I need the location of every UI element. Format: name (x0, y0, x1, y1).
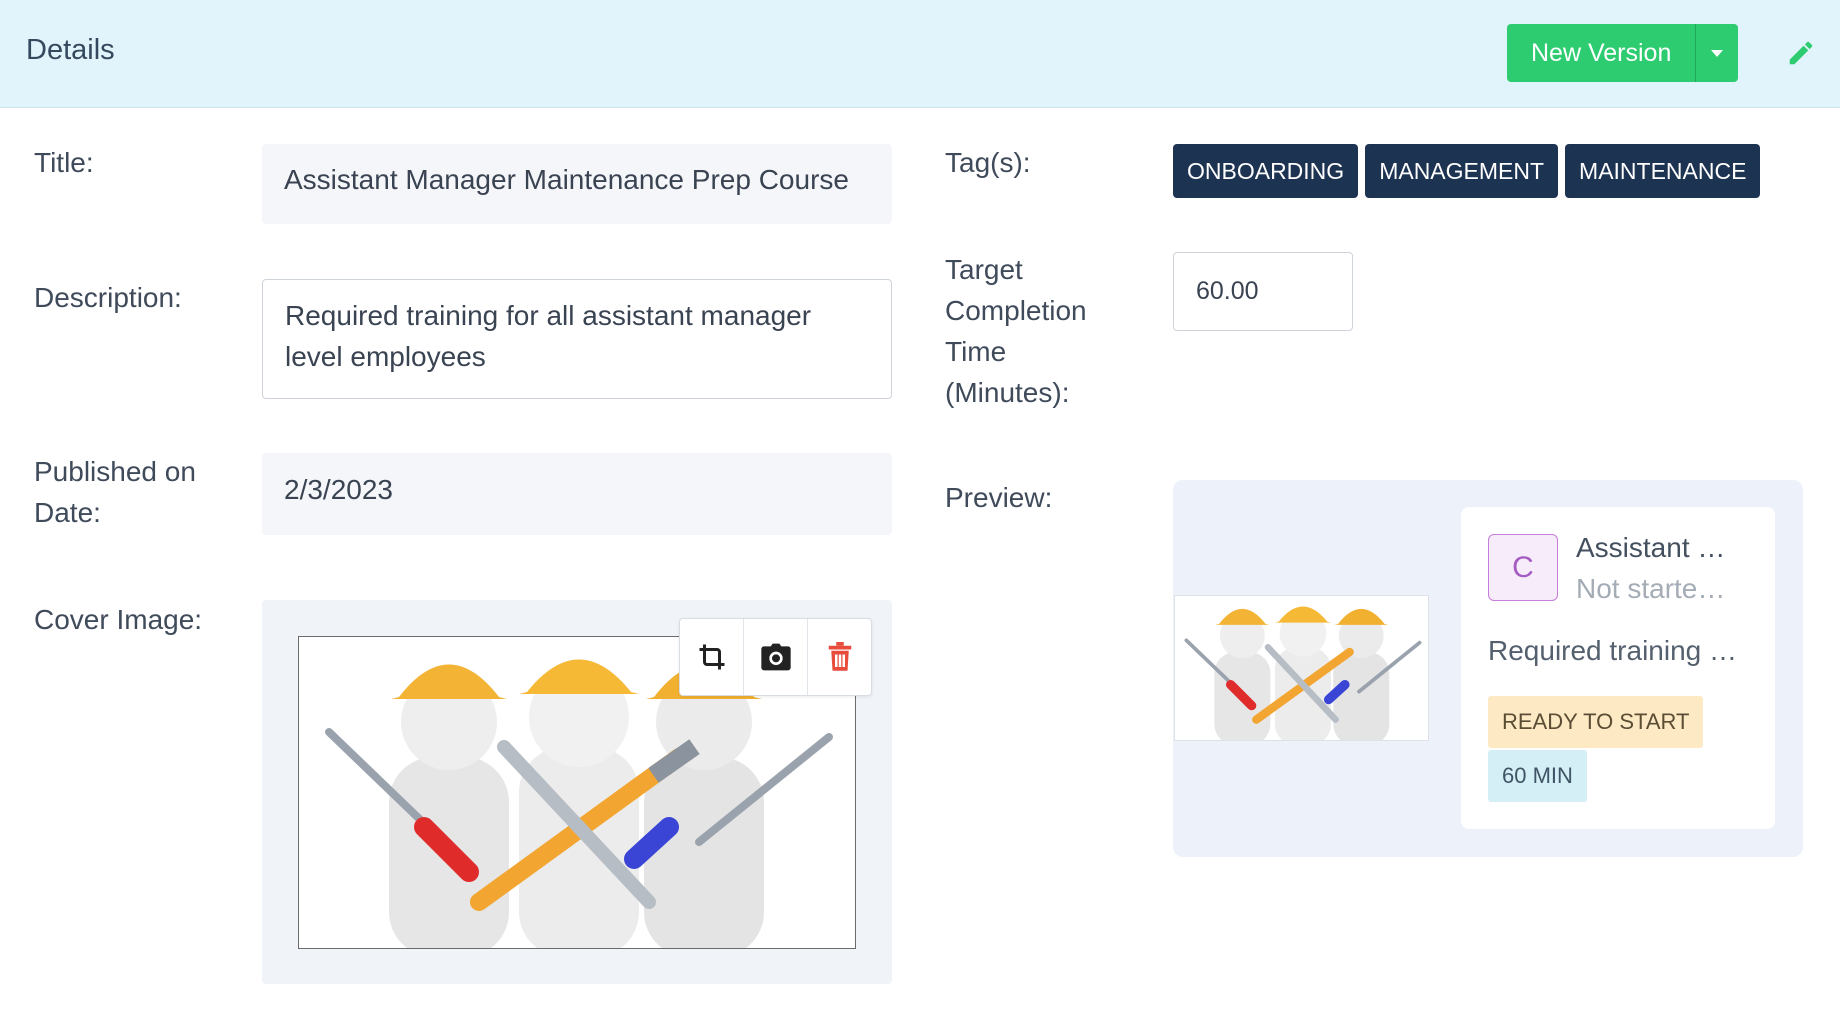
published-label-line-1: Published on (34, 456, 196, 487)
crop-icon (699, 644, 724, 670)
tag-maintenance[interactable]: MAINTENANCE (1565, 144, 1761, 198)
published-date-value: 2/3/2023 (284, 474, 393, 505)
tag-onboarding[interactable]: ONBOARDING (1173, 144, 1359, 198)
tag-list: ONBOARDING MANAGEMENT MAINTENANCE (1173, 144, 1761, 198)
title-label: Title: (34, 147, 94, 178)
tag-management[interactable]: MANAGEMENT (1365, 144, 1559, 198)
target-label-line-1: Target (945, 254, 1023, 285)
caret-down-icon (1711, 49, 1724, 57)
description-field[interactable]: Required training for all assistant mana… (262, 279, 892, 399)
pencil-icon[interactable] (1786, 38, 1816, 68)
target-label-line-2: Completion (945, 295, 1087, 326)
new-version-button-group: New Version (1507, 24, 1739, 82)
published-label: Published on Date: (34, 451, 196, 533)
target-label-line-4: (Minutes): (945, 377, 1070, 408)
page-title: Details (26, 34, 115, 66)
delete-image-button[interactable] (808, 619, 871, 695)
cover-image-toolbar (679, 618, 872, 696)
target-completion-input[interactable]: 60.00 (1173, 252, 1353, 331)
new-version-dropdown-toggle[interactable] (1695, 24, 1739, 82)
duration-badge: 60 MIN (1488, 750, 1587, 802)
preview-label: Preview: (945, 482, 1053, 513)
published-date-field[interactable]: 2/3/2023 (262, 453, 892, 535)
description-label: Description: (34, 282, 182, 313)
title-field[interactable]: Assistant Manager Maintenance Prep Cours… (262, 144, 892, 224)
preview-card-description: Required training … (1488, 635, 1738, 666)
cover-image-container (262, 600, 892, 984)
preview-container: C Assistant … Not starte… Required train… (1173, 480, 1803, 857)
preview-workers-illustration (1184, 606, 1422, 740)
preview-thumbnail (1174, 595, 1429, 741)
title-value: Assistant Manager Maintenance Prep Cours… (284, 164, 849, 195)
preview-card-status: Not starte… (1576, 573, 1726, 604)
new-version-button[interactable]: New Version (1507, 24, 1696, 82)
preview-course-card[interactable]: C Assistant … Not starte… Required train… (1461, 507, 1775, 829)
published-label-line-2: Date: (34, 497, 101, 528)
target-completion-value: 60.00 (1196, 277, 1259, 305)
target-label-line-3: Time (945, 336, 1007, 367)
camera-icon (760, 643, 791, 671)
crop-button[interactable] (680, 619, 744, 695)
cover-image-label: Cover Image: (34, 604, 203, 635)
trash-icon (828, 642, 851, 671)
description-value: Required training for all assistant mana… (285, 300, 812, 372)
target-completion-label: Target Completion Time (Minutes): (945, 249, 1087, 413)
tags-label: Tag(s): (945, 147, 1031, 178)
course-avatar: C (1488, 534, 1558, 601)
camera-button[interactable] (744, 619, 808, 695)
details-header: Details New Version (0, 0, 1840, 108)
preview-card-title: Assistant … (1576, 532, 1726, 563)
status-badge: READY TO START (1488, 696, 1704, 748)
